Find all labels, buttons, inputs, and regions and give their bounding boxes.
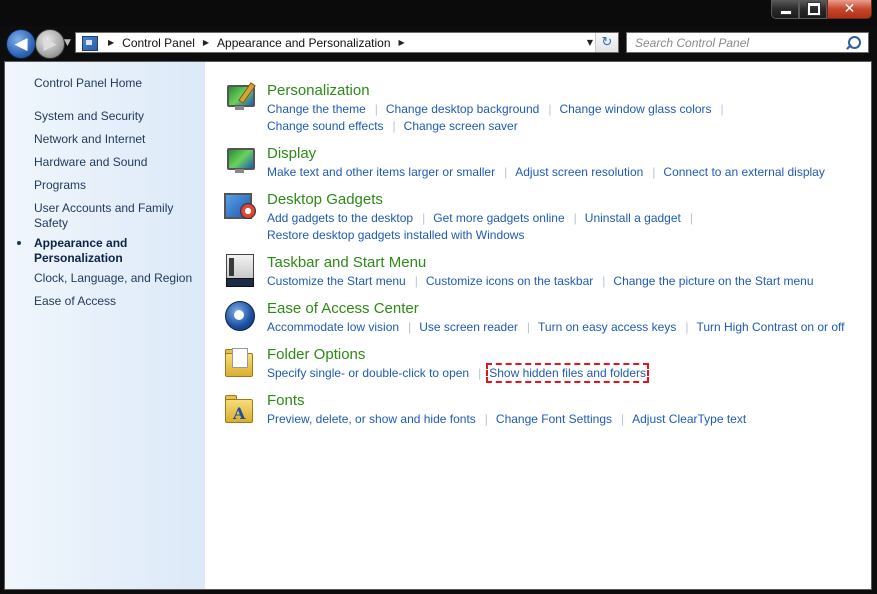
category-links: Preview, delete, or show and hide fonts |… (267, 412, 747, 426)
minimize-button[interactable] (771, 0, 799, 19)
task-link[interactable]: Turn High Contrast on or off (696, 320, 844, 334)
personalization-icon[interactable] (224, 82, 257, 115)
task-link[interactable]: Accommodate low vision (267, 320, 399, 334)
category-links: Change the theme | Change desktop backgrou… (267, 102, 724, 133)
refresh-icon: ↻ (601, 35, 613, 50)
task-link[interactable]: Connect to an external display (663, 165, 824, 179)
task-link[interactable]: Change Font Settings (496, 412, 612, 426)
breadcrumb-separator-icon[interactable]: ▶ (108, 38, 114, 47)
breadcrumb-appearance[interactable]: Appearance and Personalization (217, 36, 390, 50)
breadcrumb: ▶ Control Panel ▶ Appearance and Persona… (100, 33, 413, 52)
sidebar-item-appearance[interactable]: Appearance and Personalization (34, 236, 144, 266)
sidebar-item-network-internet[interactable]: Network and Internet (34, 132, 199, 147)
address-bar[interactable]: ▶ Control Panel ▶ Appearance and Persona… (75, 32, 619, 53)
category-title[interactable]: Taskbar and Start Menu (267, 254, 426, 271)
folder-options-icon[interactable] (224, 346, 257, 379)
maximize-button[interactable] (799, 0, 827, 19)
sidebar: Control Panel Home System and Security N… (5, 62, 205, 589)
sidebar-item-hardware-sound[interactable]: Hardware and Sound (34, 155, 199, 170)
category-links: Accommodate low vision | Use screen reader… (267, 320, 845, 334)
category-links: Specify single- or double-click to open |… (267, 363, 650, 383)
fonts-icon[interactable]: A (224, 392, 257, 425)
task-link[interactable]: Change screen saver (404, 119, 518, 133)
address-dropdown-icon[interactable]: ▼ (587, 38, 593, 47)
breadcrumb-control-panel[interactable]: Control Panel (122, 36, 195, 50)
task-link[interactable]: Make text and other items larger or smal… (267, 165, 495, 179)
show-hidden-files-link[interactable]: Show hidden files and folders (486, 363, 650, 383)
task-link[interactable]: Add gadgets to the desktop (267, 211, 413, 225)
title-bar: ✕ (0, 0, 877, 26)
task-link[interactable]: Customize the Start menu (267, 274, 406, 288)
close-button[interactable]: ✕ (827, 0, 872, 19)
task-link[interactable]: Change desktop background (386, 102, 539, 116)
task-link[interactable]: Turn on easy access keys (538, 320, 676, 334)
maximize-icon (807, 2, 821, 16)
task-link[interactable]: Specify single- or double-click to open (267, 366, 469, 380)
sidebar-item-clock-language[interactable]: Clock, Language, and Region (34, 271, 199, 286)
sidebar-item-user-accounts[interactable]: User Accounts and Family Safety (34, 201, 184, 231)
task-link[interactable]: Change the picture on the Start menu (613, 274, 813, 288)
main-panel: Personalization Change the theme | Change … (205, 62, 871, 589)
minimize-icon (780, 10, 792, 15)
recent-pages-dropdown[interactable]: ▼ (64, 38, 71, 48)
task-link[interactable]: Get more gadgets online (433, 211, 564, 225)
task-link[interactable]: Customize icons on the taskbar (426, 274, 593, 288)
category-title[interactable]: Fonts (267, 392, 305, 409)
sidebar-item-system-security[interactable]: System and Security (34, 109, 199, 124)
search-input[interactable] (627, 33, 855, 52)
task-link[interactable]: Change sound effects (267, 119, 384, 133)
task-link[interactable]: Adjust screen resolution (515, 165, 643, 179)
back-arrow-icon: ◀ (14, 34, 28, 54)
ease-of-access-icon[interactable] (224, 300, 257, 333)
category-links: Add gadgets to the desktop | Get more gadg… (267, 211, 693, 242)
back-button[interactable]: ◀ (6, 29, 36, 59)
control-panel-icon (82, 36, 98, 51)
window-controls: ✕ (771, 0, 872, 19)
task-link[interactable]: Change the theme (267, 102, 366, 116)
task-link[interactable]: Preview, delete, or show and hide fonts (267, 412, 476, 426)
task-link[interactable]: Use screen reader (419, 320, 518, 334)
task-link[interactable]: Change window glass colors (559, 102, 711, 116)
forward-button[interactable]: ▶ (35, 29, 65, 59)
category-title[interactable]: Display (267, 145, 316, 162)
task-link[interactable]: Restore desktop gadgets installed with W… (267, 228, 524, 242)
forward-arrow-icon: ▶ (43, 34, 57, 54)
search-box (626, 32, 869, 53)
category-links: Customize the Start menu | Customize icons… (267, 274, 814, 288)
task-link[interactable]: Adjust ClearType text (632, 412, 746, 426)
taskbar-icon[interactable] (224, 254, 257, 287)
category-title[interactable]: Desktop Gadgets (267, 191, 383, 208)
close-icon: ✕ (843, 1, 856, 17)
navigation-bar: ◀ ▶ ▼ ▶ Control Panel ▶ Appearance and P… (0, 26, 877, 60)
category-title[interactable]: Personalization (267, 82, 370, 99)
category-title[interactable]: Folder Options (267, 346, 365, 363)
sidebar-item-control-panel-home[interactable]: Control Panel Home (34, 76, 199, 91)
category-links: Make text and other items larger or smal… (267, 165, 825, 179)
breadcrumb-separator-icon[interactable]: ▶ (399, 38, 405, 47)
breadcrumb-separator-icon[interactable]: ▶ (203, 38, 209, 47)
refresh-button[interactable]: ↻ (595, 33, 618, 52)
gadgets-icon[interactable] (224, 191, 257, 224)
sidebar-item-ease-of-access[interactable]: Ease of Access (34, 294, 199, 309)
category-title[interactable]: Ease of Access Center (267, 300, 419, 317)
sidebar-item-programs[interactable]: Programs (34, 178, 199, 193)
content-frame: Control Panel Home System and Security N… (4, 61, 872, 590)
search-icon[interactable] (848, 36, 861, 49)
active-bullet-icon (17, 241, 21, 245)
task-link[interactable]: Uninstall a gadget (585, 211, 681, 225)
display-icon[interactable] (224, 145, 257, 178)
